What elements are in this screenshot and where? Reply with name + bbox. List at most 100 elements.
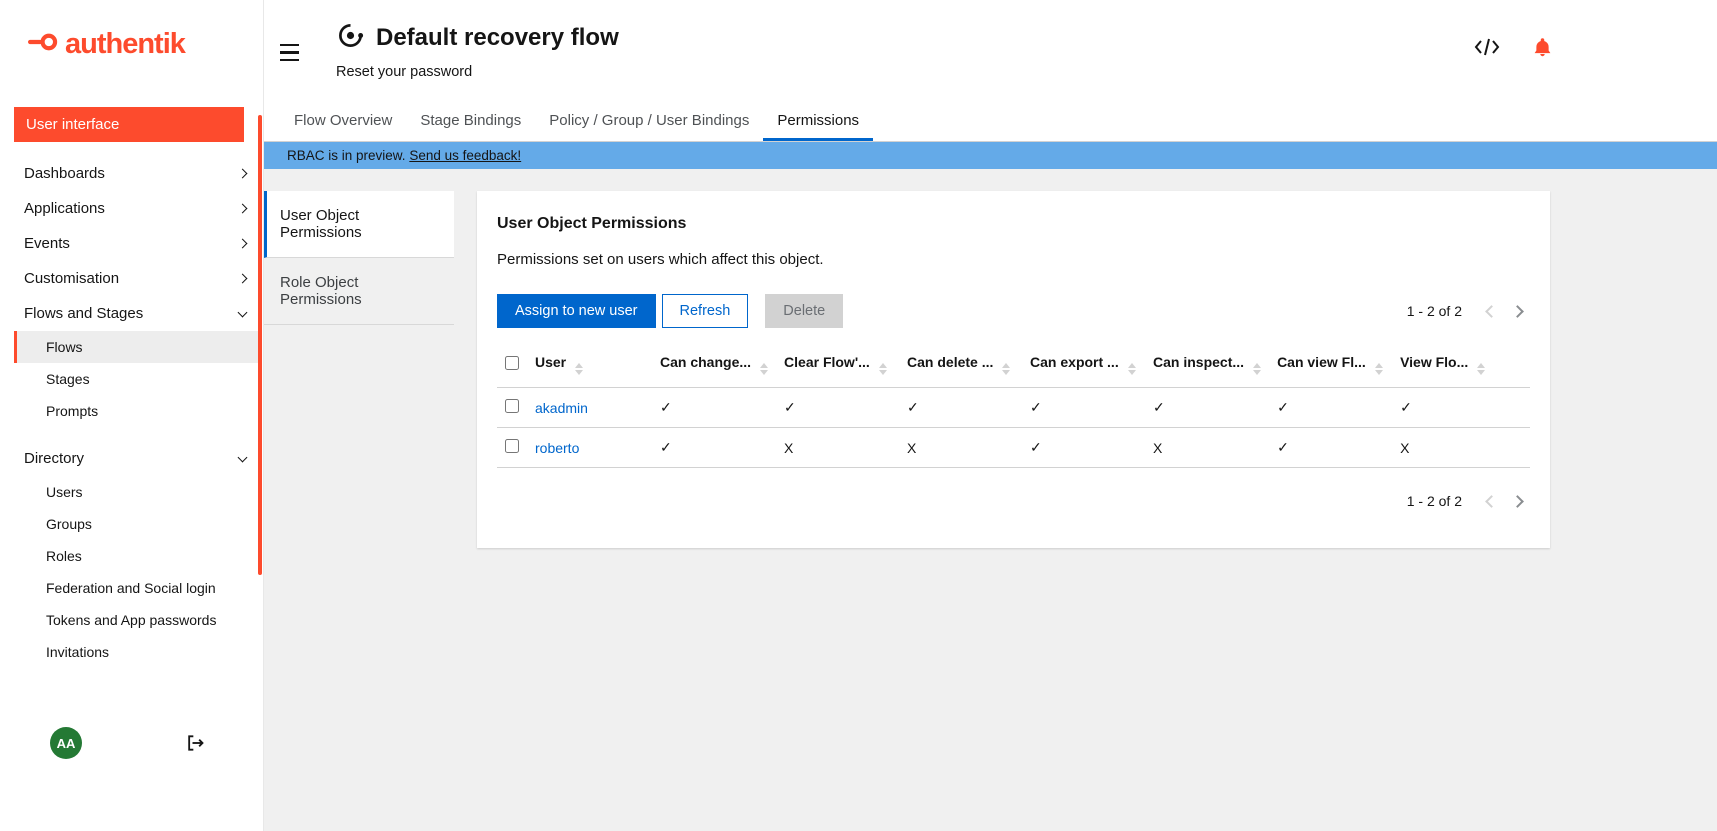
permission-value: ✓	[1022, 428, 1145, 468]
pagination-label: 1 - 2 of 2	[1407, 493, 1462, 509]
user-link-roberto[interactable]: roberto	[535, 440, 579, 456]
column-header-can-delete[interactable]: Can delete ...	[899, 342, 1022, 388]
sidebar-item-user-interface[interactable]: User interface	[14, 107, 244, 142]
sidebar-item-users[interactable]: Users	[14, 476, 258, 508]
sidebar-item-dashboards[interactable]: Dashboards	[14, 156, 258, 191]
sidebar-item-label: Dashboards	[24, 165, 105, 182]
permission-value: ✓	[1022, 388, 1145, 428]
sidebar-item-label: Applications	[24, 200, 105, 217]
sort-icon	[1253, 363, 1261, 375]
nav-section-divider	[14, 427, 258, 441]
tab-stage-bindings[interactable]: Stage Bindings	[406, 104, 535, 141]
api-code-icon[interactable]	[1474, 37, 1500, 57]
column-header-can-inspect[interactable]: Can inspect...	[1145, 342, 1269, 388]
delete-button: Delete	[765, 294, 843, 328]
user-link-akadmin[interactable]: akadmin	[535, 400, 588, 416]
sidebar-item-label: Flows and Stages	[24, 305, 143, 322]
sidebar-item-invitations[interactable]: Invitations	[14, 636, 258, 668]
table-header-row: User Can change... Clear Flow'... Can de…	[497, 342, 1530, 388]
assign-to-new-user-button[interactable]: Assign to new user	[497, 294, 656, 328]
permissions-card: User Object Permissions Permissions set …	[477, 191, 1550, 548]
brand-name: authentik	[65, 28, 185, 61]
row-select-cell	[497, 428, 527, 468]
select-all-checkbox[interactable]	[505, 356, 519, 370]
tab-user-object-permissions[interactable]: User Object Permissions	[264, 191, 454, 258]
sidebar-item-customisation[interactable]: Customisation	[14, 261, 258, 296]
sidebar-item-label: Customisation	[24, 270, 119, 287]
sidebar-item-stages[interactable]: Stages	[14, 363, 258, 395]
page-header: Default recovery flow Reset your passwor…	[264, 0, 1717, 104]
banner-text: RBAC is in preview.	[287, 148, 406, 163]
tab-policy-group-user-bindings[interactable]: Policy / Group / User Bindings	[535, 104, 763, 141]
sidebar-item-label: Events	[24, 235, 70, 252]
permission-value: ✓	[1392, 388, 1530, 428]
sort-icon	[1002, 363, 1010, 375]
tab-flow-overview[interactable]: Flow Overview	[280, 104, 406, 141]
sidebar-item-flows[interactable]: Flows	[14, 331, 258, 363]
flow-icon	[337, 22, 364, 54]
column-header-clear-flow[interactable]: Clear Flow'...	[776, 342, 899, 388]
hamburger-menu-icon[interactable]	[278, 42, 301, 63]
column-header-can-export[interactable]: Can export ...	[1022, 342, 1145, 388]
permission-value: X	[899, 428, 1022, 468]
column-header-can-view[interactable]: Can view Fl...	[1269, 342, 1392, 388]
sidebar-item-directory[interactable]: Directory	[14, 441, 258, 476]
sidebar-item-applications[interactable]: Applications	[14, 191, 258, 226]
row-checkbox[interactable]	[505, 439, 519, 453]
chevron-right-icon	[238, 204, 248, 214]
sidebar-item-federation[interactable]: Federation and Social login	[14, 572, 258, 604]
permission-value: ✓	[1145, 388, 1269, 428]
card-title: User Object Permissions	[497, 215, 1530, 233]
logout-icon[interactable]	[185, 733, 205, 753]
tab-role-object-permissions[interactable]: Role Object Permissions	[264, 258, 454, 325]
permission-value: ✓	[776, 388, 899, 428]
select-all-cell	[497, 342, 527, 388]
previous-page-button	[1478, 488, 1504, 514]
rbac-preview-banner: RBAC is in preview. Send us feedback!	[264, 142, 1717, 169]
sort-icon	[1128, 363, 1136, 375]
authentik-logo[interactable]: authentik	[0, 0, 263, 61]
notification-bell-icon[interactable]	[1532, 36, 1553, 58]
column-header-user[interactable]: User	[527, 342, 652, 388]
sidebar-footer: AA	[0, 727, 263, 759]
refresh-button[interactable]: Refresh	[662, 294, 749, 328]
main-area: Default recovery flow Reset your passwor…	[264, 0, 1717, 831]
permission-value: X	[1145, 428, 1269, 468]
chevron-right-icon	[238, 169, 248, 179]
sidebar: authentik User interface Dashboards Appl…	[0, 0, 264, 831]
permission-value: X	[776, 428, 899, 468]
table-row: roberto ✓ X X ✓ X ✓ X	[497, 428, 1530, 468]
sidebar-item-roles[interactable]: Roles	[14, 540, 258, 572]
chevron-right-icon	[238, 274, 248, 284]
next-page-button[interactable]	[1504, 488, 1530, 514]
sidebar-item-groups[interactable]: Groups	[14, 508, 258, 540]
feedback-link[interactable]: Send us feedback!	[409, 148, 521, 163]
row-checkbox[interactable]	[505, 399, 519, 413]
permission-value: ✓	[1269, 428, 1392, 468]
sidebar-item-events[interactable]: Events	[14, 226, 258, 261]
sidebar-item-flows-and-stages[interactable]: Flows and Stages	[14, 296, 258, 331]
avatar[interactable]: AA	[50, 727, 82, 759]
sort-icon	[1477, 363, 1485, 375]
sidebar-item-tokens[interactable]: Tokens and App passwords	[14, 604, 258, 636]
chevron-right-icon	[238, 239, 248, 249]
permission-value: ✓	[652, 428, 776, 468]
tab-permissions[interactable]: Permissions	[763, 104, 873, 141]
card-description: Permissions set on users which affect th…	[497, 251, 1530, 268]
page-subtitle: Reset your password	[336, 64, 619, 80]
authentik-logo-mark-icon	[28, 31, 58, 58]
column-header-view-flow[interactable]: View Flo...	[1392, 342, 1530, 388]
content-area: User Object Permissions Role Object Perm…	[264, 169, 1717, 831]
sidebar-item-prompts[interactable]: Prompts	[14, 395, 258, 427]
table-row: akadmin ✓ ✓ ✓ ✓ ✓ ✓ ✓	[497, 388, 1530, 428]
sidebar-scrollbar[interactable]	[258, 115, 262, 575]
sidebar-nav: Dashboards Applications Events Customisa…	[14, 156, 258, 668]
sort-icon	[760, 363, 768, 375]
chevron-down-icon	[238, 307, 248, 317]
vertical-tab-list: User Object Permissions Role Object Perm…	[264, 191, 454, 325]
next-page-button[interactable]	[1504, 298, 1530, 324]
tab-bar: Flow Overview Stage Bindings Policy / Gr…	[264, 104, 1717, 142]
permission-value: ✓	[899, 388, 1022, 428]
column-header-can-change[interactable]: Can change...	[652, 342, 776, 388]
pagination-top: 1 - 2 of 2	[1407, 298, 1530, 324]
